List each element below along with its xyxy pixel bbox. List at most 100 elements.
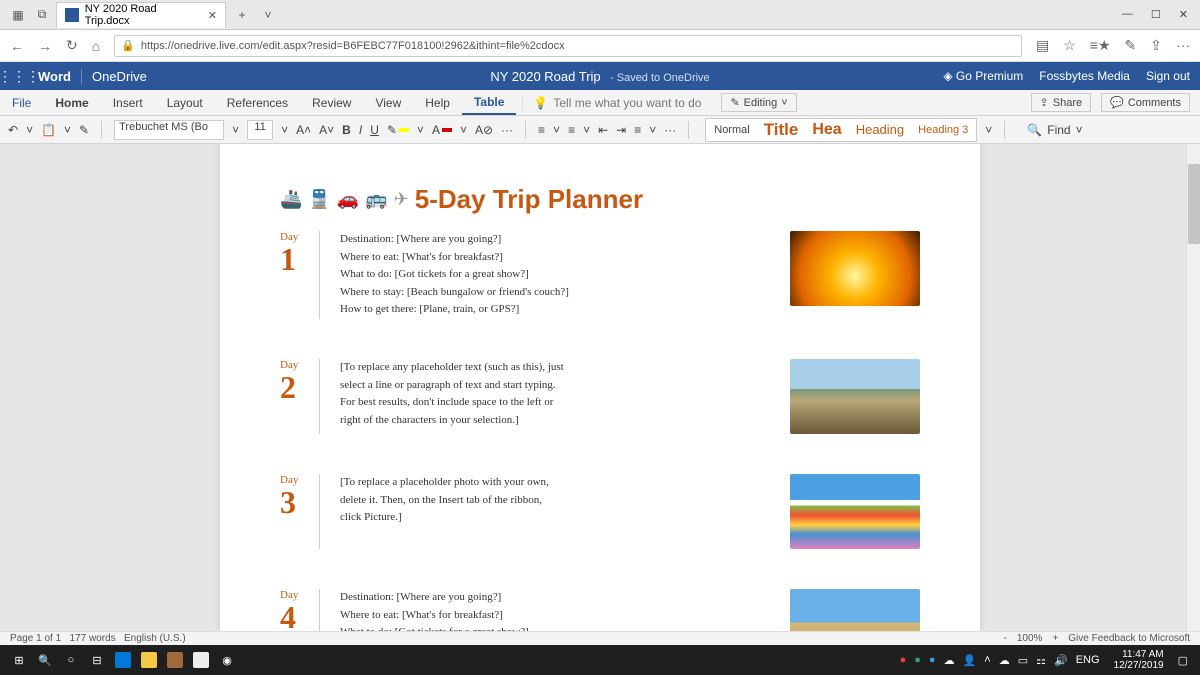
chevron-down-icon[interactable]: ˅ [985,123,992,137]
nav-forward-button[interactable]: → [38,38,52,54]
style-heading3[interactable]: Heading 3 [918,124,968,136]
day-text[interactable]: Destination: [Where are you going?]Where… [340,589,770,631]
bullets-button[interactable]: ≡ [538,123,545,137]
paste-button[interactable]: 📋 [41,123,56,137]
clear-format-button[interactable]: A⊘ [475,123,493,137]
format-painter-icon[interactable]: ✎ [79,123,89,137]
tab-view[interactable]: View [363,90,413,115]
zoom-level[interactable]: 100% [1017,633,1043,644]
style-normal[interactable]: Normal [714,124,749,136]
search-taskbar-icon[interactable]: 🔍 [32,647,58,673]
app-launcher-icon[interactable]: ⋮⋮⋮ [10,67,28,85]
numbering-button[interactable]: ≡ [568,123,575,137]
tray-icon[interactable]: ● [929,654,936,666]
tab-file[interactable]: File [0,90,43,115]
tell-me-search[interactable]: 💡 Tell me what you want to do [522,96,711,110]
favorite-icon[interactable]: ☆ [1063,37,1076,54]
indent-button[interactable]: ⇥ [616,123,626,137]
chevron-down-icon[interactable]: ˅ [649,123,656,137]
day-text[interactable]: [To replace any placeholder text (such a… [340,359,770,434]
day-block[interactable]: Day1Destination: [Where are you going?]W… [280,231,920,319]
tray-icon[interactable]: ● [914,654,921,666]
tray-people-icon[interactable]: 👤 [963,654,977,667]
tab-chevron-icon[interactable]: ˅ [258,5,278,25]
vertical-scrollbar[interactable] [1186,144,1200,631]
chevron-down-icon[interactable]: ˅ [26,123,33,137]
page[interactable]: 🚢 🚆 🚗 🚌 ✈ 5-Day Trip Planner Day1Destina… [220,144,980,631]
word-count[interactable]: 177 words [70,633,116,644]
chevron-down-icon[interactable]: ˅ [553,123,560,137]
nav-back-button[interactable]: ← [10,38,24,54]
editing-mode-button[interactable]: ✎ Editing ˅ [721,93,796,112]
italic-button[interactable]: I [359,123,362,137]
tray-volume-icon[interactable]: 🔊 [1054,654,1068,667]
more-para-button[interactable]: ··· [664,123,676,137]
chrome-icon[interactable]: ◉ [214,647,240,673]
new-tab-button[interactable]: + [230,8,254,22]
task-view-icon[interactable]: ⊟ [84,647,110,673]
tray-language[interactable]: ENG [1076,654,1100,666]
chevron-down-icon[interactable]: ˅ [281,123,288,137]
outdent-button[interactable]: ⇤ [598,123,608,137]
store-icon[interactable] [162,647,188,673]
notes-icon[interactable]: ✎ [1125,37,1137,54]
day-image[interactable] [790,231,920,306]
document-canvas[interactable]: 🚢 🚆 🚗 🚌 ✈ 5-Day Trip Planner Day1Destina… [0,144,1200,631]
chevron-down-icon[interactable]: ˅ [64,123,71,137]
window-minimize-button[interactable]: — [1122,8,1133,21]
tab-review[interactable]: Review [300,90,363,115]
tab-home[interactable]: Home [43,90,100,115]
day-text[interactable]: [To replace a placeholder photo with you… [340,474,770,549]
day-image[interactable] [790,589,920,631]
mail-icon[interactable] [188,647,214,673]
find-button[interactable]: 🔍 Find ˅ [1027,123,1082,137]
style-title[interactable]: Title [764,120,799,140]
word-brand[interactable]: Word [38,69,82,84]
tab-layout[interactable]: Layout [155,90,215,115]
language-status[interactable]: English (U.S.) [124,633,186,644]
tab-references[interactable]: References [215,90,300,115]
bold-button[interactable]: B [342,123,351,137]
edge-icon[interactable] [110,647,136,673]
tray-wifi-icon[interactable]: ⚏ [1036,654,1046,667]
comments-button[interactable]: 💬 Comments [1101,93,1190,112]
scroll-thumb[interactable] [1188,164,1200,244]
style-heading2[interactable]: Heading [856,122,904,137]
tray-chevron-icon[interactable]: ˄ [984,654,990,666]
highlight-button[interactable]: ✎ [387,123,409,137]
settings-icon[interactable]: ··· [1176,37,1190,54]
grow-font-button[interactable]: A˄ [296,123,311,137]
style-gallery[interactable]: Normal Title Hea Heading Heading 3 [705,118,977,142]
share-button[interactable]: ⇪ Share [1031,93,1092,112]
style-heading1[interactable]: Hea [812,121,841,139]
tray-battery-icon[interactable]: ▭ [1018,654,1028,667]
window-maximize-button[interactable]: ☐ [1151,8,1161,21]
font-select[interactable]: Trebuchet MS (Bo [114,120,224,140]
zoom-in[interactable]: + [1052,633,1058,644]
day-block[interactable]: Day4Destination: [Where are you going?]W… [280,589,920,631]
share-browser-icon[interactable]: ⇪ [1150,37,1162,54]
cortana-icon[interactable]: ○ [58,647,84,673]
day-image[interactable] [790,359,920,434]
favorites-bar-icon[interactable]: ≡★ [1090,37,1111,54]
notifications-icon[interactable]: ▢ [1178,654,1188,667]
system-clock[interactable]: 11:47 AM 12/27/2019 [1108,649,1170,671]
document-title[interactable]: 5-Day Trip Planner [415,184,643,215]
day-block[interactable]: Day3[To replace a placeholder photo with… [280,474,920,549]
feedback-link[interactable]: Give Feedback to Microsoft [1068,633,1190,644]
start-button[interactable]: ⊞ [6,647,32,673]
day-text[interactable]: Destination: [Where are you going?]Where… [340,231,770,319]
font-size-select[interactable]: 11 [247,120,273,140]
chevron-down-icon[interactable]: ˅ [460,123,467,137]
day-image[interactable] [790,474,920,549]
chevron-down-icon[interactable]: ˅ [232,123,239,137]
chevron-down-icon[interactable]: ˅ [583,123,590,137]
go-premium-button[interactable]: Go Premium [943,69,1023,83]
tab-insert[interactable]: Insert [101,90,155,115]
tray-onedrive-icon[interactable]: ☁ [944,654,955,667]
tab-table[interactable]: Table [462,90,516,115]
font-color-button[interactable]: A [432,123,452,137]
page-count[interactable]: Page 1 of 1 [10,633,61,644]
explorer-icon[interactable] [136,647,162,673]
tray-onedrive2-icon[interactable]: ☁ [999,654,1010,667]
